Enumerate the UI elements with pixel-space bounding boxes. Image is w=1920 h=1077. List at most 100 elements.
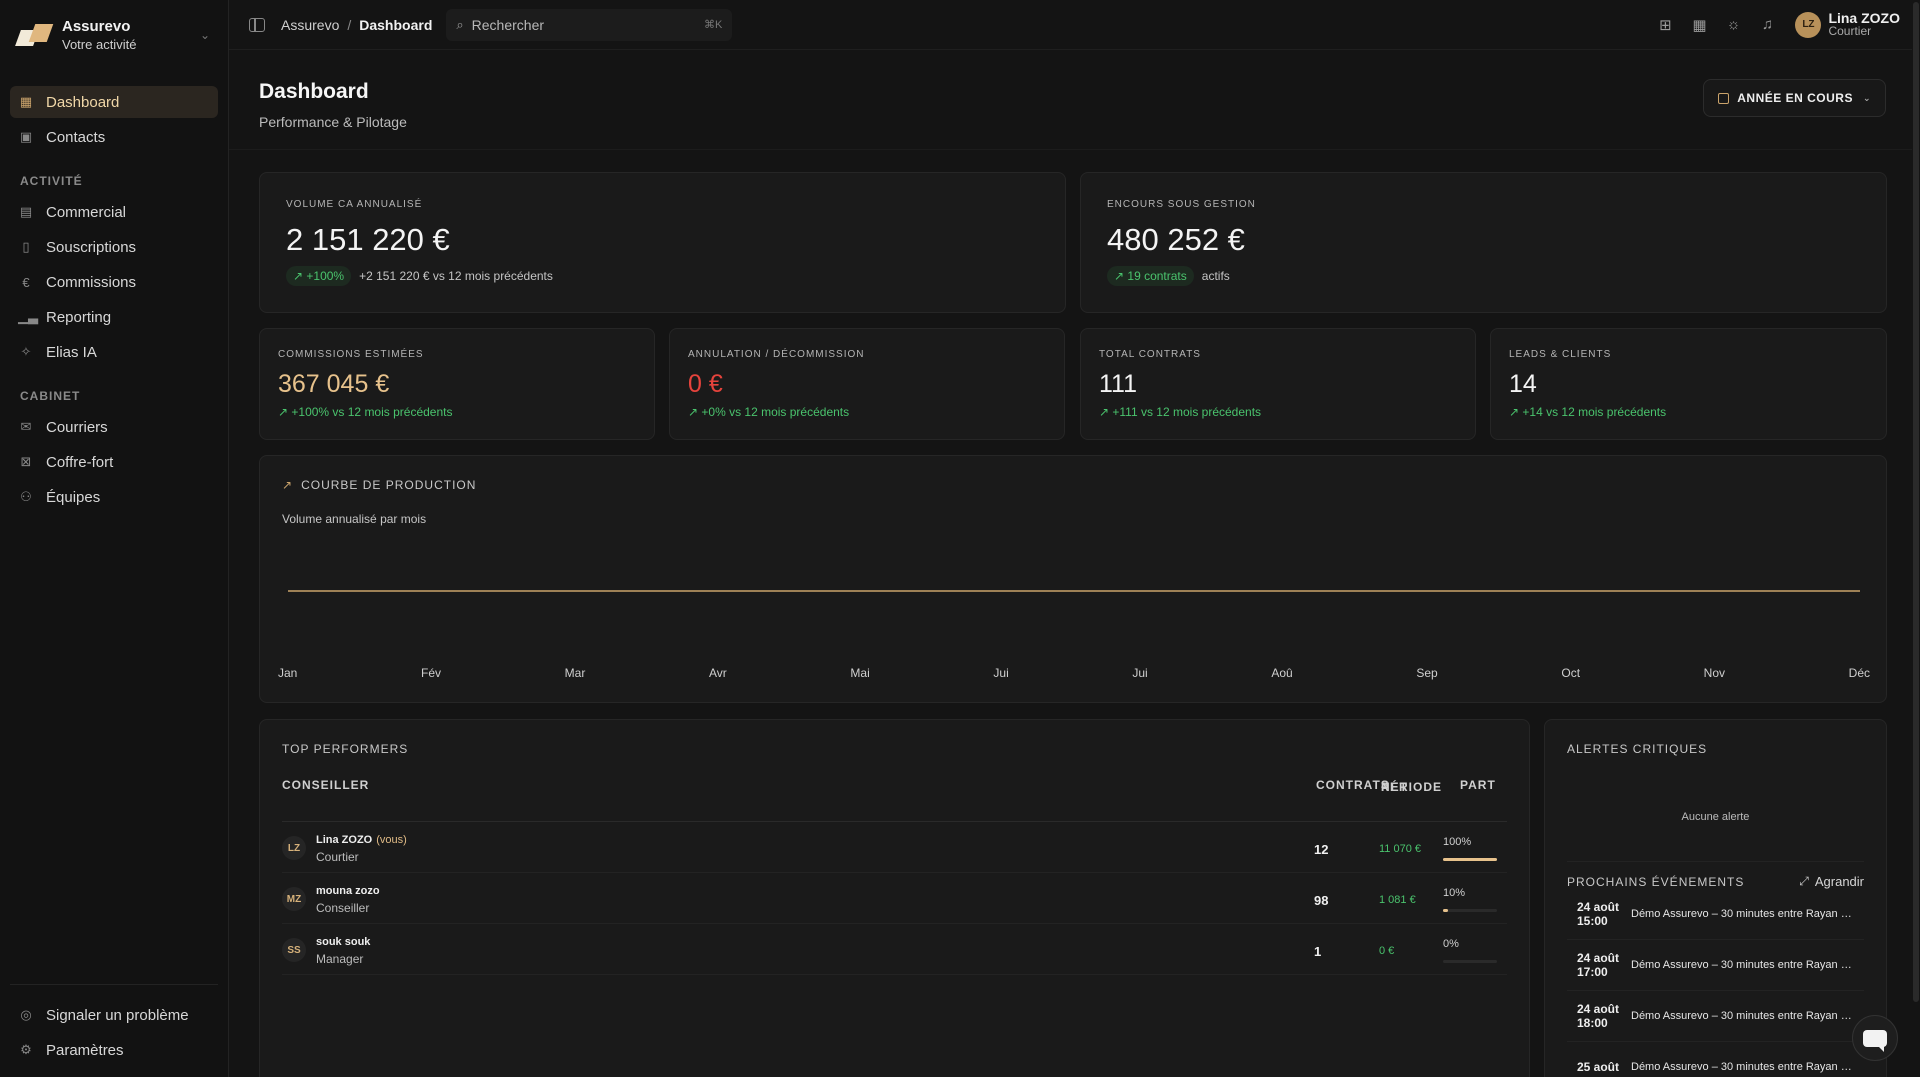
search-box[interactable]: ⌕ ⌘K [446, 8, 733, 41]
workspace-subtitle: Votre activité [62, 37, 137, 52]
sidebar-item-label: Équipes [46, 488, 101, 506]
section-cabinet: CABINET [20, 389, 81, 403]
sidebar-item-commercial[interactable]: ▤ Commercial [10, 196, 218, 228]
chevron-down-icon: ⌄ [199, 28, 210, 42]
topbar: Assurevo / Dashboard ⌕ ⌘K ⊞ ▦ ☼ ♫ LZ Lin… [229, 0, 1920, 50]
kpi-volume-card: VOLUME CA ANNUALISÉ 2 151 220 € ↗ +100% … [259, 172, 1066, 313]
sidebar-item-reporting[interactable]: ▁▃ Reporting [10, 301, 218, 333]
sidebar-item-souscriptions[interactable]: ▯ Souscriptions [10, 231, 218, 263]
search-shortcut: ⌘K [704, 19, 723, 31]
table-row[interactable]: MZ mouna zozo Conseiller 98 1 081 € 10% [282, 873, 1507, 924]
expand-button[interactable]: ⤢ Agrandir [1799, 874, 1864, 889]
event-date: 24 août 15:00 [1577, 900, 1620, 928]
sidebar-item-settings[interactable]: ⚙ Paramètres [10, 1034, 218, 1066]
kpi-label: TOTAL CONTRATS [1099, 349, 1201, 360]
period-selector[interactable]: ANNÉE EN COURS ⌄ [1703, 79, 1886, 117]
table-row[interactable]: LZ Lina ZOZO (vous) Courtier 12 11 070 € 100% [282, 822, 1507, 873]
performer-name: souk souk [316, 936, 371, 948]
euro-icon: € [22, 274, 30, 290]
event-item[interactable]: 24 août 15:00 Démo Assurevo – 30 minutes e… [1567, 889, 1864, 940]
mail-icon: ✉ [20, 419, 32, 434]
theme-sun-icon[interactable]: ☼ [1725, 16, 1741, 33]
alerts-card: ALERTES CRITIQUES Aucune alerte PROCHAIN… [1544, 719, 1887, 1077]
assurevo-logo [15, 22, 54, 48]
kpi-label: COMMISSIONS ESTIMÉES [278, 349, 424, 360]
sidebar-item-courriers[interactable]: ✉ Courriers [10, 411, 218, 443]
event-date: 24 août 18:00 [1577, 1002, 1620, 1030]
calendar-icon[interactable]: ▦ [1691, 16, 1707, 34]
performer-name: Lina ZOZO (vous) [316, 834, 407, 846]
workspace-switcher[interactable]: Assurevo Votre activité ⌄ [0, 0, 228, 70]
avatar: SS [282, 938, 306, 962]
sidebar-item-commissions[interactable]: € Commissions [10, 266, 218, 298]
workspace-name: Assurevo [62, 18, 131, 35]
kpi-label: ANNULATION / DÉCOMMISSION [688, 349, 865, 360]
event-item[interactable]: 25 août Démo Assurevo – 30 minutes entre … [1567, 1042, 1864, 1077]
sidebar-item-contacts[interactable]: ▣ Contacts [10, 121, 218, 153]
kpi-value: 480 252 € [1107, 222, 1245, 257]
table-row[interactable]: SS souk souk Manager 1 0 € 0% [282, 924, 1507, 975]
kpi-contrats-card: TOTAL CONTRATS 111 ↗ +111 vs 12 mois pré… [1080, 328, 1476, 440]
empty-alerts-text: Aucune alerte [1681, 811, 1750, 823]
x-tick-label: Jan [278, 666, 298, 680]
period-label: ANNÉE EN COURS [1737, 91, 1853, 105]
kpi-delta: ↗ +100% vs 12 mois précédents [278, 405, 453, 419]
sidebar-item-label: Reporting [46, 308, 112, 326]
section-activite: ACTIVITÉ [20, 174, 83, 188]
event-date: 25 août [1577, 1060, 1620, 1074]
sidebar-item-elias-ia[interactable]: ✧ Elias IA [10, 336, 218, 368]
search-input[interactable] [471, 16, 705, 33]
trend-badge: ↗ +100% [286, 266, 352, 286]
performer-contrats: 12 [1314, 842, 1329, 857]
kpi-leads-card: LEADS & CLIENTS 14 ↗ +14 vs 12 mois préc… [1490, 328, 1887, 440]
table-header: CONSEILLER CONTRATS NET PÉRIODE PART [282, 778, 1507, 822]
sidebar-item-label: Courriers [46, 418, 108, 436]
performer-net: 1 081 € [1379, 894, 1416, 906]
kpi-delta: ↗ +14 vs 12 mois précédents [1509, 405, 1667, 419]
sparkles-icon: ✧ [20, 344, 32, 359]
sidebar-item-dashboard[interactable]: ▦ Dashboard [10, 86, 218, 118]
sidebar-item-coffre-fort[interactable]: ⊠ Coffre-fort [10, 446, 218, 478]
sidebar-item-label: Commissions [46, 273, 137, 291]
user-menu[interactable]: LZ Lina ZOZO Courtier [1795, 11, 1900, 38]
gift-icon[interactable]: ⊞ [1657, 16, 1673, 34]
chat-launcher[interactable] [1852, 1015, 1898, 1061]
sidebar-item-equipes[interactable]: ⚇ Équipes [10, 481, 218, 513]
breadcrumb-root[interactable]: Assurevo [281, 17, 339, 33]
chart-title: COURBE DE PRODUCTION [301, 478, 477, 492]
production-chart-card: ↗ COURBE DE PRODUCTION Volume annualisé … [259, 455, 1887, 703]
sidebar-item-label: Elias IA [46, 343, 97, 361]
performer-role: Manager [316, 952, 364, 966]
x-tick-label: Oct [1561, 666, 1581, 680]
main-content: Assurevo / Dashboard ⌕ ⌘K ⊞ ▦ ☼ ♫ LZ Lin… [229, 0, 1920, 1077]
x-tick-label: Nov [1703, 666, 1726, 680]
kpi-delta: ↗ +111 vs 12 mois précédents [1099, 405, 1262, 419]
page-header: Dashboard Performance & Pilotage ANNÉE E… [229, 50, 1920, 150]
performer-name: mouna zozo [316, 885, 380, 897]
kpi-label: LEADS & CLIENTS [1509, 349, 1612, 360]
sidebar-item-report-problem[interactable]: ◎ Signaler un problème [10, 999, 218, 1031]
top-performers-card: TOP PERFORMERS CONSEILLER CONTRATS NET PÉ… [259, 719, 1530, 1077]
kpi-annulation-card: ANNULATION / DÉCOMMISSION 0 € ↗ +0% vs 1… [669, 328, 1065, 440]
x-tick-label: Aoû [1271, 666, 1293, 680]
bell-icon[interactable]: ♫ [1759, 16, 1775, 33]
kpi-note: actifs [1201, 269, 1230, 283]
event-item[interactable]: 24 août 17:00 Démo Assurevo – 30 minutes e… [1567, 940, 1864, 991]
events-list: 24 août 15:00 Démo Assurevo – 30 minutes e… [1567, 889, 1864, 1077]
event-date: 24 août 17:00 [1577, 951, 1620, 979]
chart-subtitle: Volume annualisé par mois [282, 512, 427, 526]
performer-role: Courtier [316, 850, 359, 864]
toggle-sidebar-icon[interactable] [249, 17, 265, 32]
vault-icon: ⊠ [20, 454, 32, 469]
sidebar-item-label: Signaler un problème [46, 1006, 189, 1024]
events-title: PROCHAINS ÉVÉNEMENTS [1567, 874, 1745, 889]
x-tick-label: Déc [1848, 666, 1870, 680]
part-progress-bar [1443, 858, 1497, 861]
sidebar-item-label: Commercial [46, 203, 127, 221]
event-item[interactable]: 24 août 18:00 Démo Assurevo – 30 minutes e… [1567, 991, 1864, 1042]
sidebar-item-label: Paramètres [46, 1041, 124, 1059]
scrollbar[interactable] [1912, 0, 1920, 1077]
page-subtitle: Performance & Pilotage [259, 114, 407, 130]
performer-net: 11 070 € [1379, 843, 1422, 855]
trend-badge: ↗ 19 contrats [1107, 266, 1194, 286]
